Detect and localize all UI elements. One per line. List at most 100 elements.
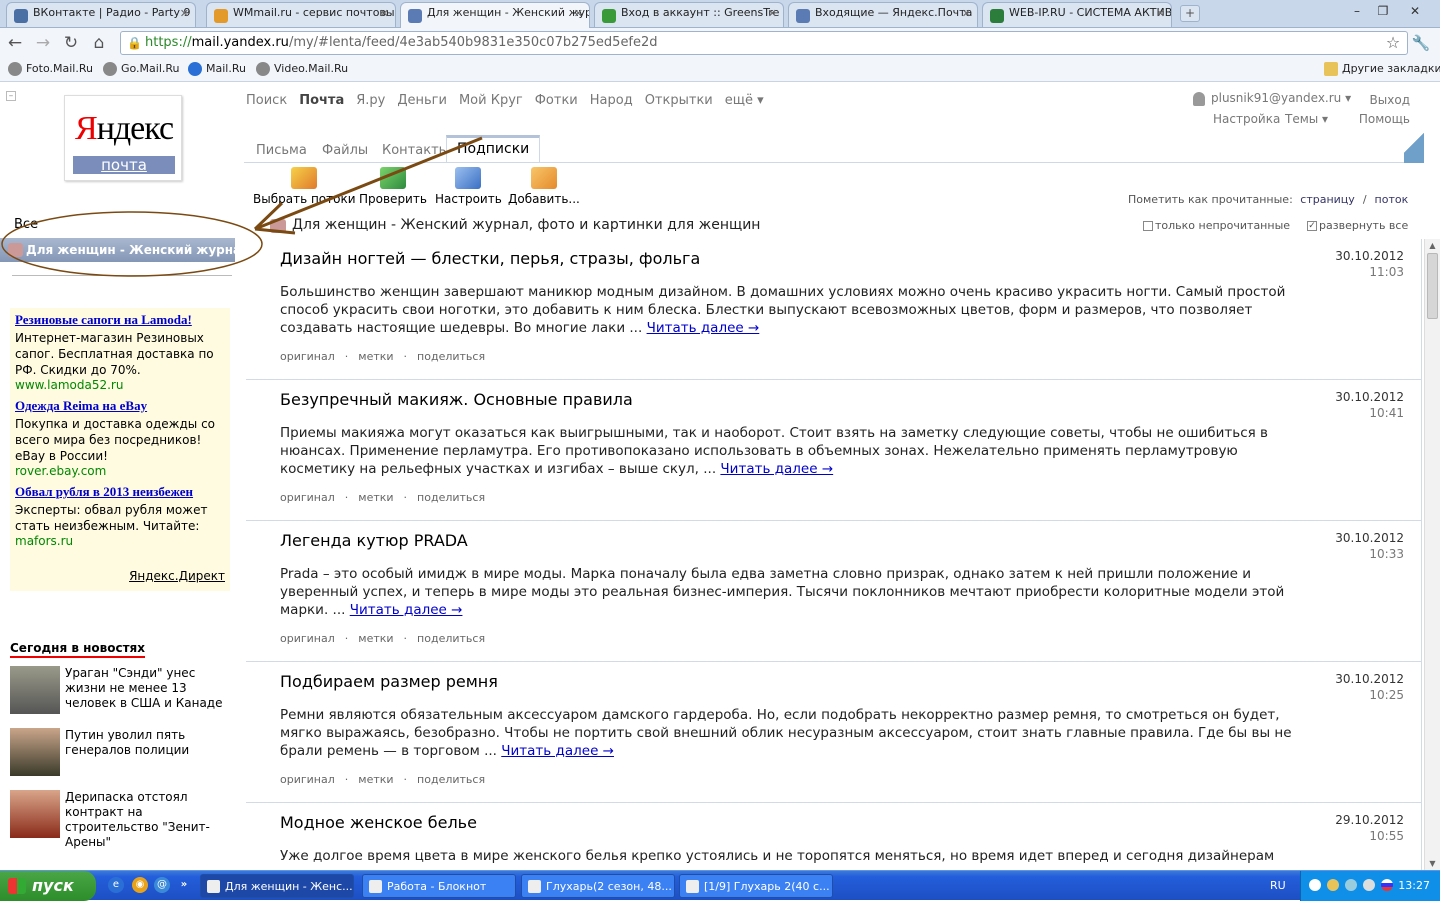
news-item[interactable]: Путин уволил пять генералов полиции [10,728,230,778]
start-button[interactable]: пуск [0,871,96,901]
tags-link[interactable]: метки [358,350,393,363]
volume-icon[interactable] [1363,879,1375,891]
news-item[interactable]: Дерипаска отстоял контракт на строительс… [10,790,230,849]
browser-tab[interactable]: Для женщин - Женский журн ✕ [400,2,590,29]
share-link[interactable]: поделиться [417,773,485,786]
yandex-mail-logo[interactable]: Яндекс почта [64,95,182,181]
post-title[interactable]: Дизайн ногтей — блестки, перья, стразы, … [280,249,700,268]
logout-link[interactable]: Выход [1370,93,1410,107]
mark-page-read-link[interactable]: страницу [1300,193,1355,206]
taskbar-task[interactable]: Для женщин - Женс... [200,874,354,898]
configure-button[interactable]: Настроить [435,167,502,206]
add-feed-button[interactable]: Добавить... [508,167,580,206]
unread-only-checkbox[interactable] [1143,221,1153,231]
ad-url[interactable]: mafors.ru [15,534,225,548]
nav-item[interactable]: Народ [590,93,633,108]
scroll-thumb[interactable] [1427,253,1438,319]
read-more-link[interactable]: Читать далее → [647,320,760,336]
themes-link[interactable]: Темы ▾ [1285,112,1328,126]
ie-icon[interactable]: e [108,877,124,893]
ad-title-link[interactable]: Одежда Reima на eBay [15,398,225,414]
share-link[interactable]: поделиться [417,350,485,363]
forward-icon[interactable]: → [32,32,54,54]
browser-tab[interactable]: ВКонтакте | Радио - Party 9 ✕ [6,2,196,27]
browser-tab[interactable]: WEB-IP.RU - СИСТЕМА АКТИВ ✕ [982,2,1172,27]
close-window-button[interactable]: ✕ [1404,2,1426,20]
bookmark-foto-mail[interactable]: Foto.Mail.Ru [8,62,93,76]
read-more-link[interactable]: Читать далее → [501,743,614,759]
scroll-down-icon[interactable]: ▼ [1425,857,1440,870]
read-more-link[interactable]: Читать далее → [350,602,463,618]
maximize-button[interactable]: ❐ [1372,2,1394,20]
taskbar-task[interactable]: Глухарь(2 сезон, 48... [521,874,675,898]
nav-item[interactable]: Поиск [246,93,287,108]
nav-item[interactable]: Фотки [535,93,578,108]
post-title[interactable]: Легенда кутюр PRADA [280,531,468,550]
address-bar[interactable]: 🔒 https://mail.yandex.ru/my/#lenta/feed/… [120,31,1408,55]
share-link[interactable]: поделиться [417,491,485,504]
tags-link[interactable]: метки [358,773,393,786]
minimize-button[interactable]: – [1346,2,1368,20]
back-icon[interactable]: ← [4,32,26,54]
taskbar-task[interactable]: [1/9] Глухарь 2(40 с... [679,874,833,898]
original-link[interactable]: оригинал [280,773,335,786]
close-tab-icon[interactable]: ✕ [962,7,971,20]
flag-icon[interactable] [1381,879,1393,891]
close-tab-icon[interactable]: ✕ [1156,7,1165,20]
choose-streams-button[interactable]: Выбрать потоки [253,167,356,206]
original-link[interactable]: оригинал [280,491,335,504]
chrome-icon[interactable]: ◉ [132,877,148,893]
nav-item[interactable]: Мой Круг [459,93,523,108]
read-more-link[interactable]: Читать далее → [720,461,833,477]
yandex-direct-link[interactable]: Яндекс.Директ [129,569,225,583]
bookmark-video-mail[interactable]: Video.Mail.Ru [256,62,348,76]
tab-subscriptions[interactable]: Подписки [446,135,541,163]
close-tab-icon[interactable]: ✕ [574,7,583,20]
nav-item[interactable]: Почта [299,93,344,108]
browser-tab[interactable]: Вход в аккаунт :: GreensTre ✕ [594,2,784,27]
tray-arrow-icon[interactable] [1309,879,1321,891]
collapse-icon[interactable]: – [6,91,16,101]
star-icon[interactable]: ☆ [1382,32,1404,54]
user-menu[interactable]: plusnik91@yandex.ru ▾ [1193,91,1351,106]
help-link[interactable]: Помощь [1359,112,1410,126]
check-button[interactable]: Проверить [359,167,427,206]
bookmark-go-mail[interactable]: Go.Mail.Ru [103,62,180,76]
tab-letters[interactable]: Письма [256,143,307,158]
ad-url[interactable]: rover.ebay.com [15,464,225,478]
nav-item[interactable]: Я.ру [356,93,385,108]
post-title[interactable]: Модное женское белье [280,813,477,832]
news-heading[interactable]: Сегодня в новостях [10,641,145,658]
post-title[interactable]: Безупречный макияж. Основные правила [280,390,633,409]
tags-link[interactable]: метки [358,632,393,645]
close-tab-icon[interactable]: ✕ [180,7,189,20]
expand-all-checkbox[interactable]: ✓ [1307,221,1318,231]
bookmark-mail-ru[interactable]: Mail.Ru [188,62,246,76]
scroll-up-icon[interactable]: ▲ [1425,239,1440,252]
selected-feed-item[interactable]: Для женщин - Женский журнал [0,238,235,262]
ad-title-link[interactable]: Резиновые сапоги на Lamoda! [15,312,225,328]
ad-title-link[interactable]: Обвал рубля в 2013 неизбежен [15,484,225,500]
tray-app-icon[interactable] [1327,879,1339,891]
feed-all-link[interactable]: Все [14,217,38,232]
messenger-icon[interactable]: @ [154,877,170,893]
news-item[interactable]: Ураган "Сэнди" унес жизни не менее 13 че… [10,666,230,716]
wrench-icon[interactable]: 🔧 [1410,32,1432,54]
browser-tab[interactable]: Входящие — Яндекс.Почта ✕ [788,2,978,27]
taskbar-task[interactable]: Работа - Блокнот [362,874,516,898]
language-indicator[interactable]: RU [1270,871,1286,901]
nav-item[interactable]: Открытки [645,93,713,108]
browser-tab[interactable]: WMmail.ru - сервис почтовых ✕ [206,2,396,27]
nav-item[interactable]: Деньги [397,93,447,108]
tab-contacts[interactable]: Контакты [382,143,449,158]
original-link[interactable]: оригинал [280,350,335,363]
new-tab-button[interactable]: + [1180,5,1200,22]
mark-stream-read-link[interactable]: поток [1375,193,1409,206]
tags-link[interactable]: метки [358,491,393,504]
nav-item[interactable]: ещё ▾ [725,93,764,108]
close-tab-icon[interactable]: ✕ [380,7,389,20]
clock[interactable]: 13:27 [1398,871,1430,901]
settings-link[interactable]: Настройка [1213,112,1280,126]
reload-icon[interactable]: ↻ [60,32,82,54]
scrollbar[interactable]: ▲ ▼ [1424,239,1440,870]
